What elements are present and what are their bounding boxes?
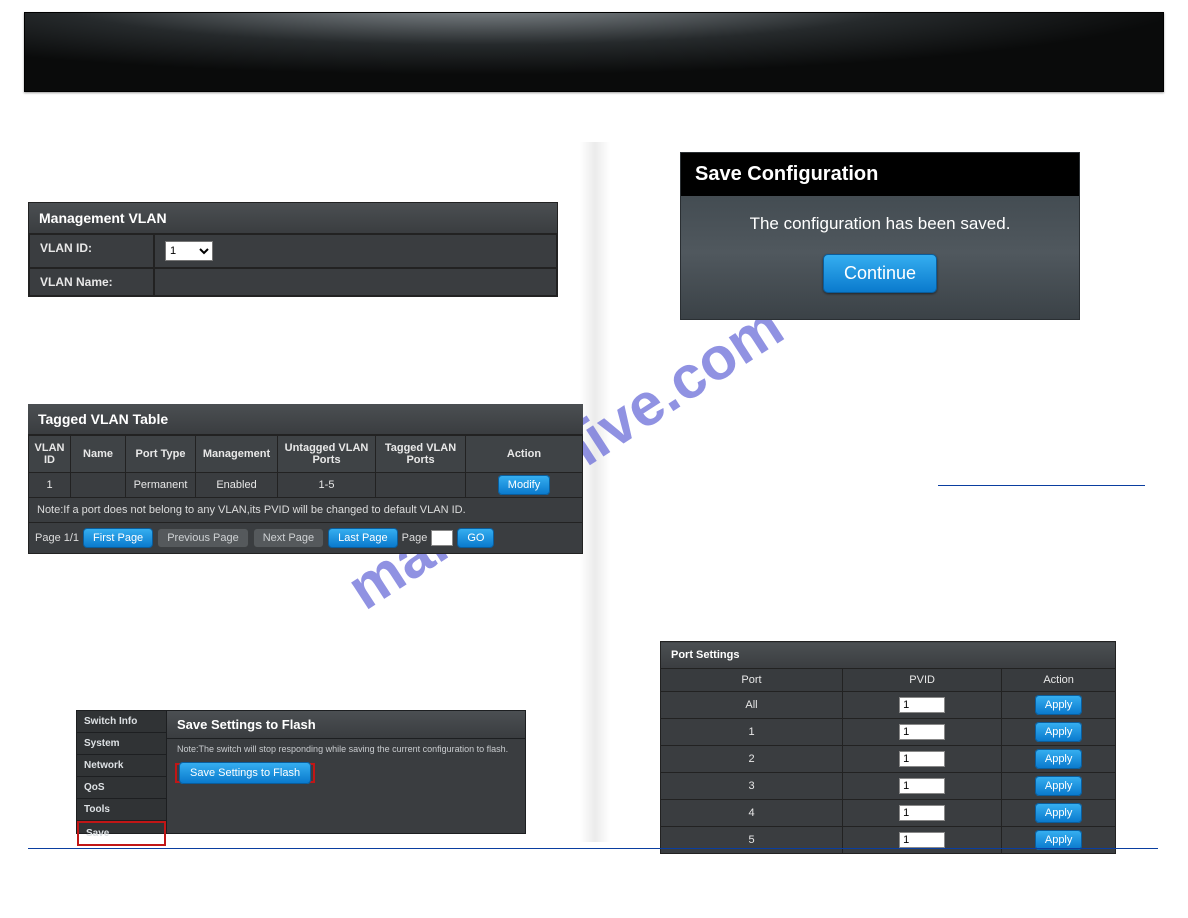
td-mgmt: Enabled xyxy=(196,473,278,498)
previous-page-button[interactable]: Previous Page xyxy=(157,528,249,548)
table-row: 2 Apply xyxy=(661,746,1116,773)
last-page-button[interactable]: Last Page xyxy=(328,528,398,548)
vlan-id-select[interactable]: 1 xyxy=(165,241,213,261)
save-config-title: Save Configuration xyxy=(681,153,1079,196)
apply-button[interactable]: Apply xyxy=(1035,830,1083,850)
td-tagged xyxy=(376,473,466,498)
next-page-button[interactable]: Next Page xyxy=(253,528,324,548)
apply-button[interactable]: Apply xyxy=(1035,722,1083,742)
port-settings-title: Port Settings xyxy=(661,642,1116,669)
td-port: 5 xyxy=(661,827,843,854)
pvid-input[interactable] xyxy=(899,832,945,848)
page-word: Page xyxy=(402,532,428,544)
sidebar-item-save[interactable]: Save xyxy=(77,821,166,846)
pvid-input[interactable] xyxy=(899,697,945,713)
td-port: 2 xyxy=(661,746,843,773)
save-flash-highlight: Save Settings to Flash xyxy=(175,763,315,783)
th-management: Management xyxy=(196,436,278,473)
table-row: 5 Apply xyxy=(661,827,1116,854)
apply-button[interactable]: Apply xyxy=(1035,749,1083,769)
th-tagged: Tagged VLAN Ports xyxy=(376,436,466,473)
vlan-name-value xyxy=(154,268,557,296)
save-flash-main: Save Settings to Flash Note:The switch w… xyxy=(167,711,525,833)
modify-button[interactable]: Modify xyxy=(498,475,550,495)
sidebar-item-system[interactable]: System xyxy=(77,733,166,755)
td-action: Modify xyxy=(466,473,583,498)
management-vlan-title: Management VLAN xyxy=(29,203,557,234)
apply-button[interactable]: Apply xyxy=(1035,803,1083,823)
tagged-vlan-panel: Tagged VLAN Table VLAN ID Name Port Type… xyxy=(28,404,583,554)
pvid-input[interactable] xyxy=(899,724,945,740)
right-divider xyxy=(938,485,1145,486)
th-port-type: Port Type xyxy=(126,436,196,473)
apply-button[interactable]: Apply xyxy=(1035,776,1083,796)
page-label: Page 1/1 xyxy=(35,532,79,544)
sidebar-item-switch-info[interactable]: Switch Info xyxy=(77,711,166,733)
tagged-vlan-title: Tagged VLAN Table xyxy=(28,404,583,435)
td-port: 3 xyxy=(661,773,843,800)
save-config-panel: Save Configuration The configuration has… xyxy=(680,152,1080,320)
save-flash-button[interactable]: Save Settings to Flash xyxy=(179,762,311,784)
save-flash-title: Save Settings to Flash xyxy=(167,711,525,739)
th-name: Name xyxy=(71,436,126,473)
pvid-input[interactable] xyxy=(899,805,945,821)
table-row: 4 Apply xyxy=(661,800,1116,827)
vlan-name-label: VLAN Name: xyxy=(29,268,154,296)
td-untagged: 1-5 xyxy=(278,473,376,498)
page-input[interactable] xyxy=(431,530,453,546)
td-name xyxy=(71,473,126,498)
table-row: 1 Apply xyxy=(661,719,1116,746)
first-page-button[interactable]: First Page xyxy=(83,528,153,548)
table-row: All Apply xyxy=(661,692,1116,719)
save-config-message: The configuration has been saved. xyxy=(681,196,1079,240)
sidebar-item-qos[interactable]: QoS xyxy=(77,777,166,799)
tagged-vlan-note: Note:If a port does not belong to any VL… xyxy=(28,498,583,523)
vlan-id-label: VLAN ID: xyxy=(29,234,154,268)
pvid-input[interactable] xyxy=(899,778,945,794)
th-untagged: Untagged VLAN Ports xyxy=(278,436,376,473)
pager: Page 1/1 First Page Previous Page Next P… xyxy=(28,523,583,554)
td-id: 1 xyxy=(29,473,71,498)
save-flash-note: Note:The switch will stop responding whi… xyxy=(167,739,525,759)
th-action: Action xyxy=(1002,669,1116,692)
save-flash-panel: Switch Info System Network QoS Tools Sav… xyxy=(76,710,526,834)
apply-button[interactable]: Apply xyxy=(1035,695,1083,715)
th-port: Port xyxy=(661,669,843,692)
page-gutter xyxy=(580,142,610,842)
bottom-divider xyxy=(28,848,1158,849)
td-port: All xyxy=(661,692,843,719)
sidebar-item-tools[interactable]: Tools xyxy=(77,799,166,821)
go-button[interactable]: GO xyxy=(457,528,494,548)
management-vlan-panel: Management VLAN VLAN ID: 1 VLAN Name: xyxy=(28,202,558,297)
header-banner xyxy=(24,12,1164,92)
sidebar: Switch Info System Network QoS Tools Sav… xyxy=(77,711,167,833)
sidebar-item-network[interactable]: Network xyxy=(77,755,166,777)
pvid-input[interactable] xyxy=(899,751,945,767)
port-settings-panel: Port Settings Port PVID Action All Apply… xyxy=(660,641,1116,854)
vlan-id-cell: 1 xyxy=(154,234,557,268)
continue-button[interactable]: Continue xyxy=(823,254,937,293)
td-port: 1 xyxy=(661,719,843,746)
table-row: 1 Permanent Enabled 1-5 Modify xyxy=(29,473,583,498)
table-row: 3 Apply xyxy=(661,773,1116,800)
th-vlan-id: VLAN ID xyxy=(29,436,71,473)
tagged-vlan-table: VLAN ID Name Port Type Management Untagg… xyxy=(28,435,583,498)
th-pvid: PVID xyxy=(843,669,1002,692)
th-action: Action xyxy=(466,436,583,473)
td-port: 4 xyxy=(661,800,843,827)
td-ptype: Permanent xyxy=(126,473,196,498)
